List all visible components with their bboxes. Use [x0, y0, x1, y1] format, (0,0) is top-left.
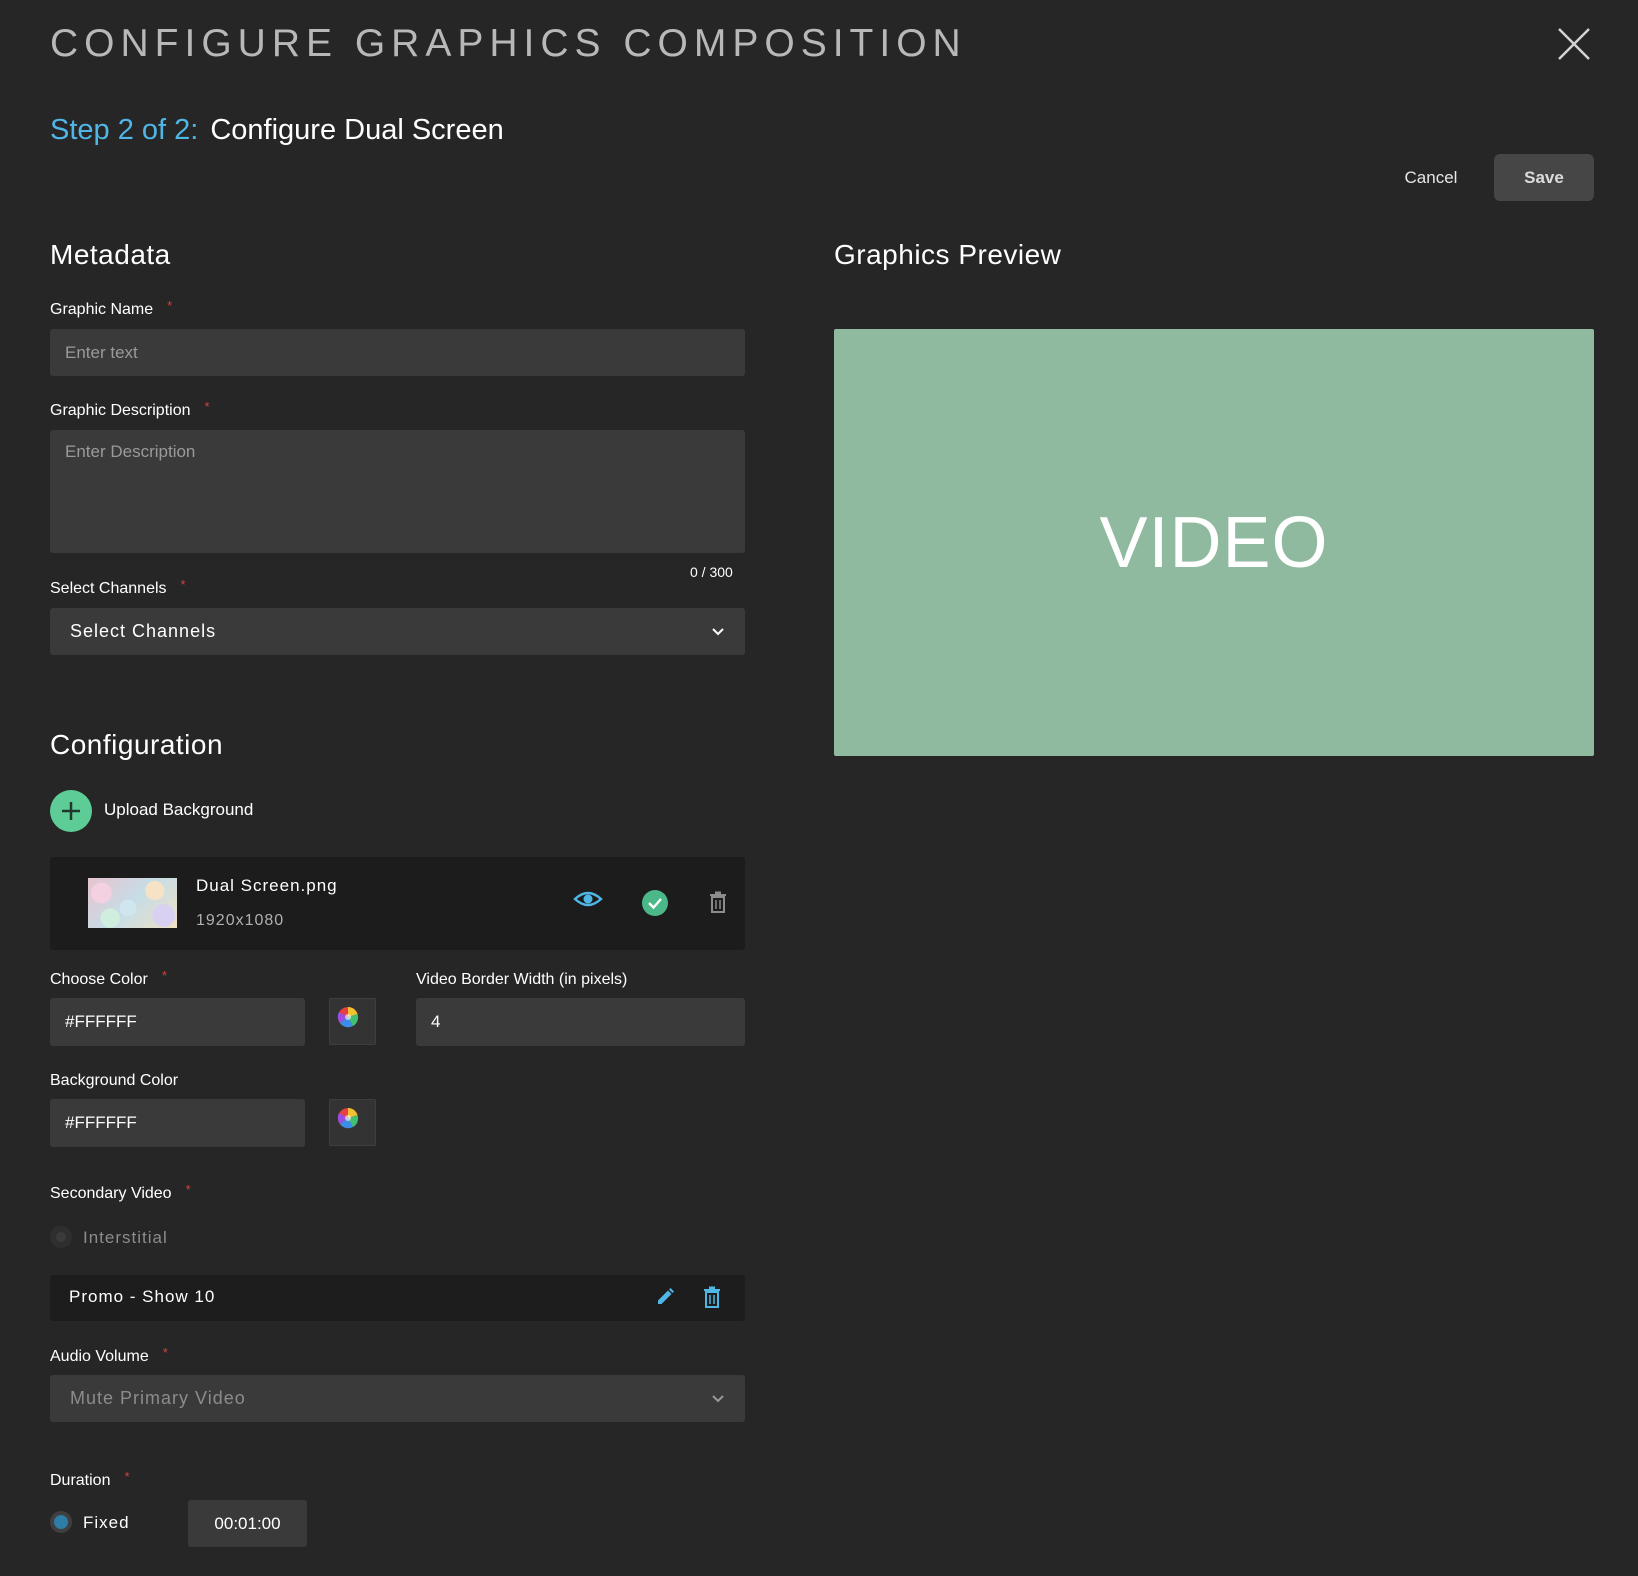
preview-background-button[interactable]	[573, 889, 603, 914]
border-width-input[interactable]: 4	[416, 998, 745, 1046]
edit-secondary-video-button[interactable]	[655, 1287, 675, 1312]
background-color-input[interactable]: #FFFFFF	[50, 1099, 305, 1147]
graphic-name-label: Graphic Name *	[50, 298, 173, 319]
pencil-icon	[658, 1288, 674, 1304]
required-marker: *	[185, 1182, 191, 1197]
select-channels-label-text: Select Channels	[50, 580, 167, 597]
required-marker: *	[204, 399, 210, 414]
step-prefix: Step 2 of 2:	[50, 114, 199, 146]
required-marker: *	[124, 1469, 130, 1484]
upload-background-button[interactable]	[50, 790, 92, 832]
audio-volume-label: Audio Volume *	[50, 1345, 168, 1366]
audio-volume-label-text: Audio Volume	[50, 1348, 149, 1365]
background-file-dimensions: 1920x1080	[196, 912, 285, 929]
color-wheel-icon	[337, 1108, 359, 1129]
required-marker: *	[162, 1345, 168, 1360]
graphic-description-placeholder: Enter Description	[65, 442, 196, 461]
cancel-button[interactable]: Cancel	[1376, 155, 1486, 201]
border-width-label: Video Border Width (in pixels)	[416, 971, 628, 988]
fixed-duration-radio[interactable]	[50, 1511, 72, 1533]
step-title: Configure Dual Screen	[210, 114, 504, 146]
required-marker: *	[167, 298, 173, 313]
chevron-down-icon	[712, 1394, 724, 1402]
background-selected-indicator[interactable]	[641, 889, 669, 922]
duration-label-text: Duration	[50, 1472, 111, 1489]
graphic-name-label-text: Graphic Name	[50, 301, 154, 318]
fixed-duration-label: Fixed	[83, 1513, 130, 1532]
audio-volume-value: Mute Primary Video	[70, 1388, 246, 1408]
graphics-preview-heading: Graphics Preview	[834, 239, 1062, 270]
chevron-down-icon	[712, 627, 724, 635]
page-title: CONFIGURE GRAPHICS COMPOSITION	[50, 22, 967, 65]
interstitial-radio-label: Interstitial	[83, 1228, 168, 1247]
check-circle-icon	[642, 890, 668, 916]
eye-icon	[573, 891, 603, 907]
select-channels-value: Select Channels	[70, 621, 217, 641]
border-width-value: 4	[431, 1012, 441, 1031]
audio-volume-dropdown[interactable]: Mute Primary Video	[50, 1375, 745, 1422]
step-indicator: Step 2 of 2: Configure Dual Screen	[50, 114, 504, 147]
duration-input[interactable]: 00:01:00	[188, 1500, 307, 1547]
graphic-description-label: Graphic Description *	[50, 399, 210, 420]
close-icon	[1558, 28, 1590, 60]
select-channels-dropdown[interactable]: Select Channels	[50, 608, 745, 655]
description-char-counter: 0 / 300	[690, 564, 733, 580]
choose-color-picker-button[interactable]	[329, 998, 376, 1045]
required-marker: *	[161, 968, 167, 983]
background-color-value: #FFFFFF	[65, 1113, 137, 1132]
delete-secondary-video-button[interactable]	[703, 1286, 721, 1313]
configuration-heading: Configuration	[50, 729, 224, 760]
choose-color-label-text: Choose Color	[50, 971, 148, 988]
trash-icon	[710, 891, 726, 913]
choose-color-label: Choose Color *	[50, 968, 167, 989]
background-color-picker-button[interactable]	[329, 1099, 376, 1146]
secondary-video-label-text: Secondary Video	[50, 1185, 172, 1202]
choose-color-input[interactable]: #FFFFFF	[50, 998, 305, 1046]
background-thumbnail	[88, 878, 177, 928]
preview-video-placeholder: VIDEO	[1099, 502, 1329, 583]
graphic-description-textarea[interactable]: Enter Description	[50, 430, 745, 553]
background-color-label: Background Color	[50, 1072, 179, 1089]
select-channels-label: Select Channels *	[50, 577, 186, 598]
graphic-name-input[interactable]: Enter text	[50, 329, 745, 376]
required-marker: *	[180, 577, 186, 592]
upload-background-label[interactable]: Upload Background	[104, 800, 253, 820]
delete-background-button[interactable]	[709, 891, 727, 918]
metadata-heading: Metadata	[50, 239, 171, 270]
choose-color-value: #FFFFFF	[65, 1012, 137, 1031]
graphic-name-placeholder: Enter text	[65, 342, 138, 362]
graphics-preview-canvas: VIDEO	[834, 329, 1594, 756]
background-file-name: Dual Screen.png	[196, 876, 338, 895]
secondary-video-name: Promo - Show 10	[69, 1287, 216, 1306]
secondary-video-label: Secondary Video *	[50, 1182, 191, 1203]
interstitial-radio[interactable]	[50, 1226, 72, 1248]
close-button[interactable]	[1555, 25, 1593, 63]
duration-label: Duration *	[50, 1469, 130, 1490]
save-button[interactable]: Save	[1494, 154, 1594, 201]
color-wheel-icon	[337, 1007, 359, 1028]
graphic-description-label-text: Graphic Description	[50, 402, 191, 419]
plus-icon	[62, 802, 80, 820]
trash-icon	[704, 1286, 720, 1308]
